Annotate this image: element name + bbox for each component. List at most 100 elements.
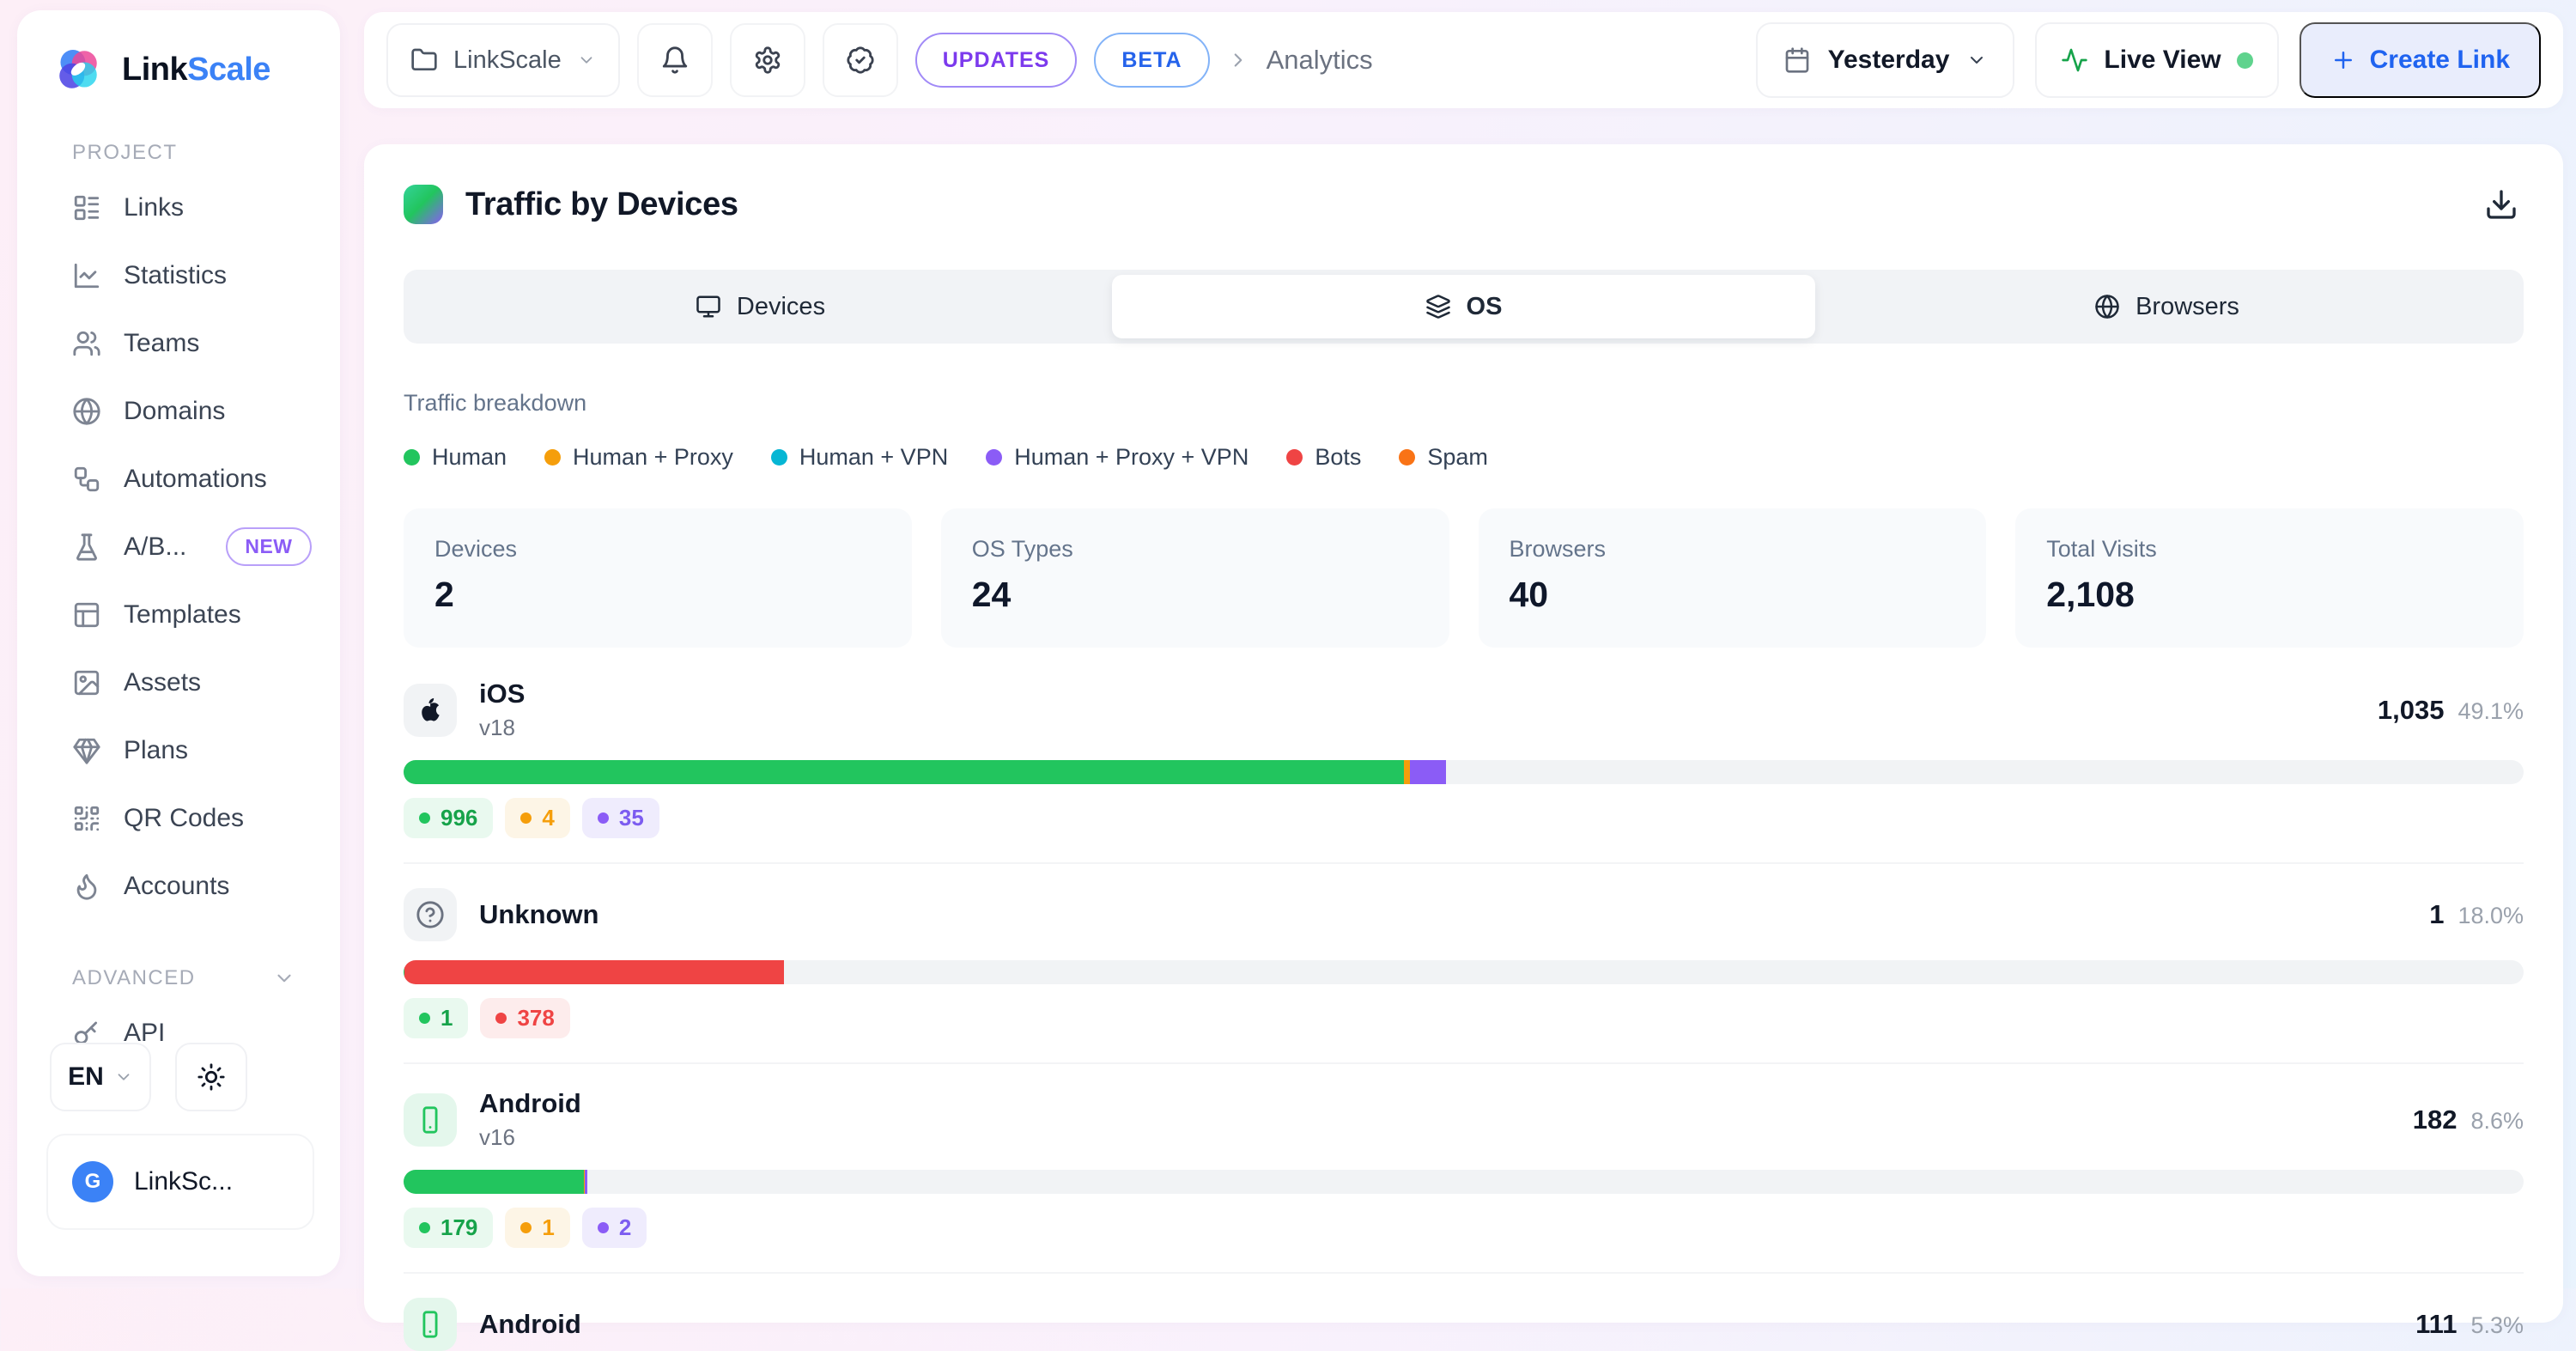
chevron-right-icon: [1227, 49, 1249, 71]
sidebar-item-label: Statistics: [124, 261, 227, 290]
os-percent: 49.1%: [2458, 698, 2524, 725]
bell-icon: [660, 46, 690, 75]
table-row-ios: iOS v18 1,035 49.1% 996 4 35: [404, 679, 2524, 838]
panel-accent-icon: [404, 185, 443, 224]
date-range-selector[interactable]: Yesterday: [1756, 22, 2015, 98]
legend-title: Traffic breakdown: [404, 390, 2524, 417]
sidebar-item-accounts[interactable]: Accounts: [17, 852, 340, 920]
users-icon: [72, 329, 101, 358]
smartphone-icon: [404, 1093, 457, 1147]
activity-icon: [2061, 46, 2088, 74]
image-icon: [72, 668, 101, 697]
workflow-icon: [72, 465, 101, 494]
table-row-android-v16: Android v16 182 8.6% 179 1 2: [404, 1088, 2524, 1248]
sidebar-item-label: Templates: [124, 600, 241, 630]
count-badge-human: 996: [404, 798, 493, 838]
apple-icon: [404, 684, 457, 737]
settings-button[interactable]: [730, 23, 805, 97]
stat-card-os-types: OS Types24: [941, 508, 1449, 648]
chevron-down-icon: [577, 51, 596, 70]
badge-check-icon: [846, 46, 875, 75]
sidebar-item-links[interactable]: Links: [17, 173, 340, 241]
sidebar-item-label: QR Codes: [124, 804, 244, 833]
main-area: LinkScale UPDATES BETA Analytics Yesterd…: [364, 0, 2563, 1288]
sidebar-item-qr-codes[interactable]: QR Codes: [17, 784, 340, 852]
brand-logo[interactable]: LinkScale: [17, 10, 340, 94]
legend-item-spam: Spam: [1399, 444, 1488, 471]
os-percent: 18.0%: [2458, 903, 2524, 929]
os-name: iOS: [479, 679, 525, 709]
live-view-label: Live View: [2104, 46, 2221, 75]
os-total: 1,035: [2378, 695, 2445, 726]
stat-card-total-visits: Total Visits2,108: [2015, 508, 2524, 648]
os-total: 182: [2413, 1105, 2458, 1135]
chevron-down-icon: [1966, 50, 1987, 70]
tab-os[interactable]: OS: [1112, 275, 1815, 338]
traffic-panel: Traffic by Devices Devices OS Browsers T…: [364, 144, 2563, 1323]
gear-icon: [753, 46, 782, 75]
count-badge-proxy: 1: [505, 1208, 569, 1248]
sidebar-item-automations[interactable]: Automations: [17, 445, 340, 513]
sidebar: LinkScale PROJECT Links Statistics Teams…: [17, 10, 340, 1276]
sidebar-item-label: Links: [124, 193, 184, 222]
sidebar-section-advanced[interactable]: ADVANCED: [72, 966, 340, 990]
tab-devices[interactable]: Devices: [409, 275, 1112, 338]
legend-item-human-vpn: Human + VPN: [771, 444, 948, 471]
monitor-icon: [696, 294, 721, 319]
download-button[interactable]: [2479, 182, 2524, 227]
sidebar-item-label: A/B...: [124, 532, 186, 562]
sidebar-item-domains[interactable]: Domains: [17, 377, 340, 445]
layers-icon: [1425, 294, 1451, 319]
calendar-icon: [1783, 46, 1811, 74]
legend-item-human-proxy: Human + Proxy: [544, 444, 733, 471]
date-range-label: Yesterday: [1828, 46, 1950, 75]
language-selector[interactable]: EN: [50, 1043, 151, 1111]
live-view-button[interactable]: Live View: [2035, 22, 2278, 98]
verified-button[interactable]: [823, 23, 898, 97]
workspace-card[interactable]: G LinkSc...: [46, 1134, 314, 1230]
notifications-button[interactable]: [637, 23, 713, 97]
sidebar-item-statistics[interactable]: Statistics: [17, 241, 340, 309]
flask-icon: [72, 532, 101, 562]
os-name: Unknown: [479, 899, 599, 930]
sidebar-item-label: Accounts: [124, 872, 229, 901]
sidebar-item-assets[interactable]: Assets: [17, 648, 340, 716]
beta-badge[interactable]: BETA: [1094, 33, 1209, 88]
layout-list-icon: [72, 193, 101, 222]
legend-dot: [771, 449, 787, 466]
count-badge-human: 179: [404, 1208, 493, 1248]
row-divider: [404, 1062, 2524, 1064]
os-name: Android: [479, 1088, 581, 1119]
sidebar-item-plans[interactable]: Plans: [17, 716, 340, 784]
globe-icon: [2094, 294, 2120, 319]
summary-stats: Devices2 OS Types24 Browsers40 Total Vis…: [404, 508, 2524, 648]
theme-toggle-button[interactable]: [175, 1043, 247, 1111]
os-percent: 8.6%: [2470, 1108, 2524, 1135]
globe-icon: [72, 397, 101, 426]
sidebar-item-ab-testing[interactable]: A/B... NEW: [17, 513, 340, 581]
tab-browsers[interactable]: Browsers: [1815, 275, 2518, 338]
topbar: LinkScale UPDATES BETA Analytics Yesterd…: [364, 12, 2563, 108]
flame-icon: [72, 872, 101, 901]
gem-icon: [72, 736, 101, 765]
count-badge-human: 1: [404, 998, 468, 1038]
traffic-bar: [404, 1170, 2524, 1194]
legend-dot: [986, 449, 1002, 466]
sidebar-item-label: Domains: [124, 397, 225, 426]
workspace-name: LinkSc...: [134, 1167, 233, 1196]
avatar: G: [72, 1161, 113, 1202]
create-link-button[interactable]: Create Link: [2300, 22, 2541, 98]
project-selector[interactable]: LinkScale: [386, 23, 620, 97]
os-total: 1: [2429, 899, 2444, 930]
sidebar-item-templates[interactable]: Templates: [17, 581, 340, 648]
table-row-android-2: Android 111 5.3%: [404, 1298, 2524, 1351]
linkscale-logo-icon: [53, 45, 103, 94]
updates-badge[interactable]: UPDATES: [915, 33, 1078, 88]
sidebar-item-teams[interactable]: Teams: [17, 309, 340, 377]
count-badge-proxy-vpn: 35: [582, 798, 659, 838]
count-badge-bots: 378: [480, 998, 569, 1038]
project-selector-label: LinkScale: [453, 46, 562, 75]
new-badge: NEW: [226, 527, 311, 566]
legend-dot: [1399, 449, 1415, 466]
view-tabs: Devices OS Browsers: [404, 270, 2524, 344]
